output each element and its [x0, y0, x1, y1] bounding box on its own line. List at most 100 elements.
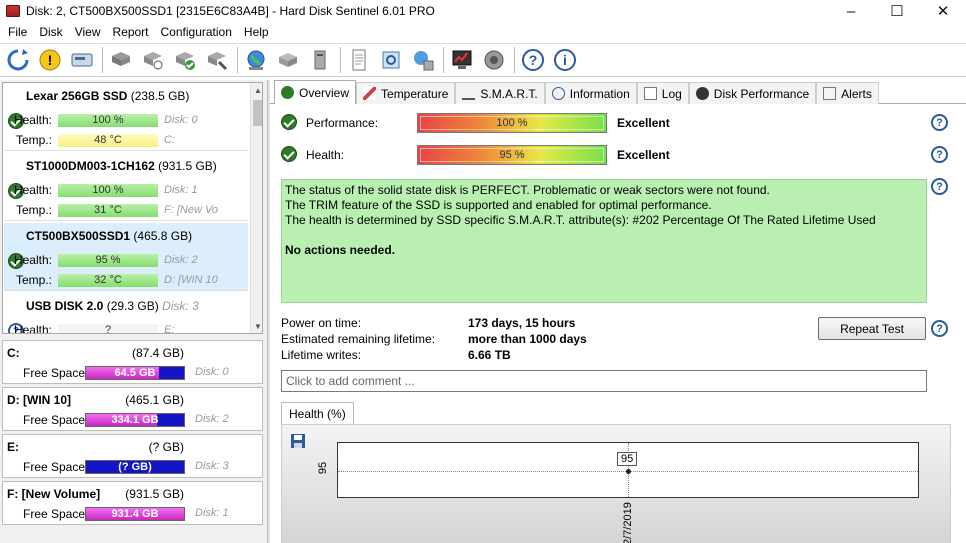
- performance-verdict: Excellent: [617, 116, 670, 130]
- health-label: Health:: [306, 148, 345, 162]
- volume-item-0[interactable]: C: (87.4 GB) Free Space 64.5 GB Disk: 0: [2, 340, 263, 384]
- volume-item-2[interactable]: E: (? GB) Free Space (? GB) Disk: 3: [2, 434, 263, 478]
- hdd-tools-icon[interactable]: [203, 46, 231, 74]
- volume-size: (931.5 GB): [125, 487, 184, 501]
- repeat-test-help-icon[interactable]: ?: [931, 320, 948, 337]
- menu-configuration[interactable]: Configuration: [155, 25, 238, 39]
- menu-help[interactable]: Help: [238, 25, 275, 39]
- tab-health-chart[interactable]: Health (%): [281, 402, 354, 424]
- tab-overview[interactable]: Overview: [274, 80, 357, 104]
- disk-name: Lexar 256GB SSD (238.5 GB): [26, 89, 190, 103]
- disk-item-0[interactable]: Lexar 256GB SSD (238.5 GB) Health: 100 %…: [4, 83, 248, 151]
- drive-letter: F: [New Vo: [164, 204, 218, 216]
- status-help-icon[interactable]: ?: [931, 178, 948, 195]
- sound-icon[interactable]: [480, 46, 508, 74]
- health-help-icon[interactable]: ?: [931, 146, 948, 163]
- scroll-thumb[interactable]: [253, 100, 262, 126]
- alert-icon[interactable]: !: [36, 46, 64, 74]
- power-on-value: 173 days, 15 hours: [468, 316, 576, 330]
- sync-icon[interactable]: [377, 46, 405, 74]
- tab-alerts[interactable]: Alerts: [816, 82, 879, 104]
- refresh-icon[interactable]: [4, 46, 32, 74]
- toolbar-separator: [340, 47, 341, 73]
- scroll-up-icon[interactable]: ▲: [251, 83, 262, 97]
- maximize-button[interactable]: ☐: [874, 0, 920, 22]
- window-title: Disk: 2, CT500BX500SSD1 [2315E6C83A4B] -…: [26, 4, 435, 18]
- network-icon[interactable]: [274, 46, 302, 74]
- volume-name: E:: [7, 440, 19, 454]
- disk-list-scrollbar[interactable]: ▲ ▼: [250, 83, 262, 333]
- info-icon[interactable]: i: [551, 46, 579, 74]
- free-space-label: Free Space: [23, 366, 86, 380]
- temp-label: Temp.:: [15, 203, 52, 217]
- hdd-settings-icon[interactable]: [139, 46, 167, 74]
- temp-bar: 31 °C: [58, 203, 158, 217]
- free-space-bar: 931.4 GB: [85, 507, 185, 521]
- close-button[interactable]: ✕: [920, 0, 966, 22]
- volume-item-3[interactable]: F: [New Volume] (931.5 GB) Free Space 93…: [2, 481, 263, 525]
- disk-icon[interactable]: [68, 46, 96, 74]
- performance-help-icon[interactable]: ?: [931, 114, 948, 131]
- volume-item-1[interactable]: D: [WIN 10] (465.1 GB) Free Space 334.1 …: [2, 387, 263, 431]
- status-line: The TRIM feature of the SSD is supported…: [285, 198, 712, 212]
- help-icon[interactable]: ?: [519, 46, 547, 74]
- tab-log[interactable]: Log: [636, 82, 689, 104]
- hdd-gray-icon[interactable]: [107, 46, 135, 74]
- free-space-bar: 334.1 GB: [85, 413, 185, 427]
- title-bar: Disk: 2, CT500BX500SSD1 [2315E6C83A4B] -…: [0, 0, 966, 22]
- scroll-down-icon[interactable]: ▼: [251, 319, 262, 333]
- tab-information[interactable]: Information: [544, 82, 637, 104]
- tab-disk-performance[interactable]: Disk Performance: [688, 82, 817, 104]
- health-verdict: Excellent: [617, 148, 670, 162]
- volume-name: F: [New Volume]: [7, 487, 101, 501]
- writes-value: 6.66 TB: [468, 348, 511, 362]
- disk-stats: Power on time: 173 days, 15 hours Estimat…: [281, 315, 587, 363]
- performance-label: Performance:: [306, 116, 379, 130]
- menu-view[interactable]: View: [69, 25, 107, 39]
- drive-letter: D: [WIN 10: [164, 274, 218, 286]
- drive-letter: C:: [164, 134, 175, 146]
- smart-icon: [462, 87, 476, 100]
- repeat-test-button[interactable]: Repeat Test: [818, 317, 926, 340]
- check-icon: [281, 86, 294, 99]
- volume-name: C:: [7, 346, 20, 360]
- log-icon: [643, 87, 657, 100]
- health-bar: 100 %: [58, 113, 158, 127]
- menu-disk[interactable]: Disk: [33, 25, 68, 39]
- thermometer-icon: [363, 87, 377, 100]
- right-panel: Overview Temperature S.M.A.R.T. Informat…: [270, 80, 966, 543]
- data-point-label: 95: [617, 452, 638, 466]
- tab-smart[interactable]: S.M.A.R.T.: [455, 82, 545, 104]
- status-description: The status of the solid state disk is PE…: [281, 179, 927, 303]
- disk-item-1[interactable]: ST1000DM003-1CH162 (931.5 GB) Health: 10…: [4, 153, 248, 221]
- drive-letter: E:: [164, 324, 175, 334]
- globe-icon[interactable]: [242, 46, 270, 74]
- comment-input[interactable]: Click to add comment ...: [281, 370, 927, 392]
- save-icon[interactable]: [290, 433, 306, 449]
- writes-label: Lifetime writes:: [281, 348, 362, 362]
- lifetime-value: more than 1000 days: [468, 332, 587, 346]
- health-bar: 100 %: [58, 183, 158, 197]
- menu-report[interactable]: Report: [106, 25, 154, 39]
- disk-list: Lexar 256GB SSD (238.5 GB) Health: 100 %…: [2, 82, 263, 334]
- disk-item-2[interactable]: CT500BX500SSD1 (465.8 GB) Health: 95 % D…: [4, 223, 248, 291]
- server-icon[interactable]: [306, 46, 334, 74]
- performance-icon: [695, 87, 709, 100]
- menu-file[interactable]: File: [2, 25, 33, 39]
- volume-disk: Disk: 0: [195, 366, 229, 378]
- volume-size: (465.1 GB): [125, 393, 184, 407]
- health-bar: 95 %: [417, 145, 607, 165]
- hdd-check-icon[interactable]: [171, 46, 199, 74]
- monitor-chart-icon[interactable]: [448, 46, 476, 74]
- minimize-button[interactable]: –: [828, 0, 874, 22]
- toolbar-separator: [237, 47, 238, 73]
- health-bar: ?: [58, 323, 158, 333]
- app-icon: [6, 5, 20, 17]
- transfer-icon[interactable]: [409, 46, 437, 74]
- disk-item-3[interactable]: USB DISK 2.0 (29.3 GB) Disk: 3 ? Health:…: [4, 293, 248, 334]
- tab-temperature[interactable]: Temperature: [356, 82, 456, 104]
- chart-tab-bar: Health (%): [281, 402, 354, 424]
- toolbar: ! ? i: [0, 43, 966, 77]
- svg-text:!: !: [48, 52, 53, 68]
- report-icon[interactable]: [345, 46, 373, 74]
